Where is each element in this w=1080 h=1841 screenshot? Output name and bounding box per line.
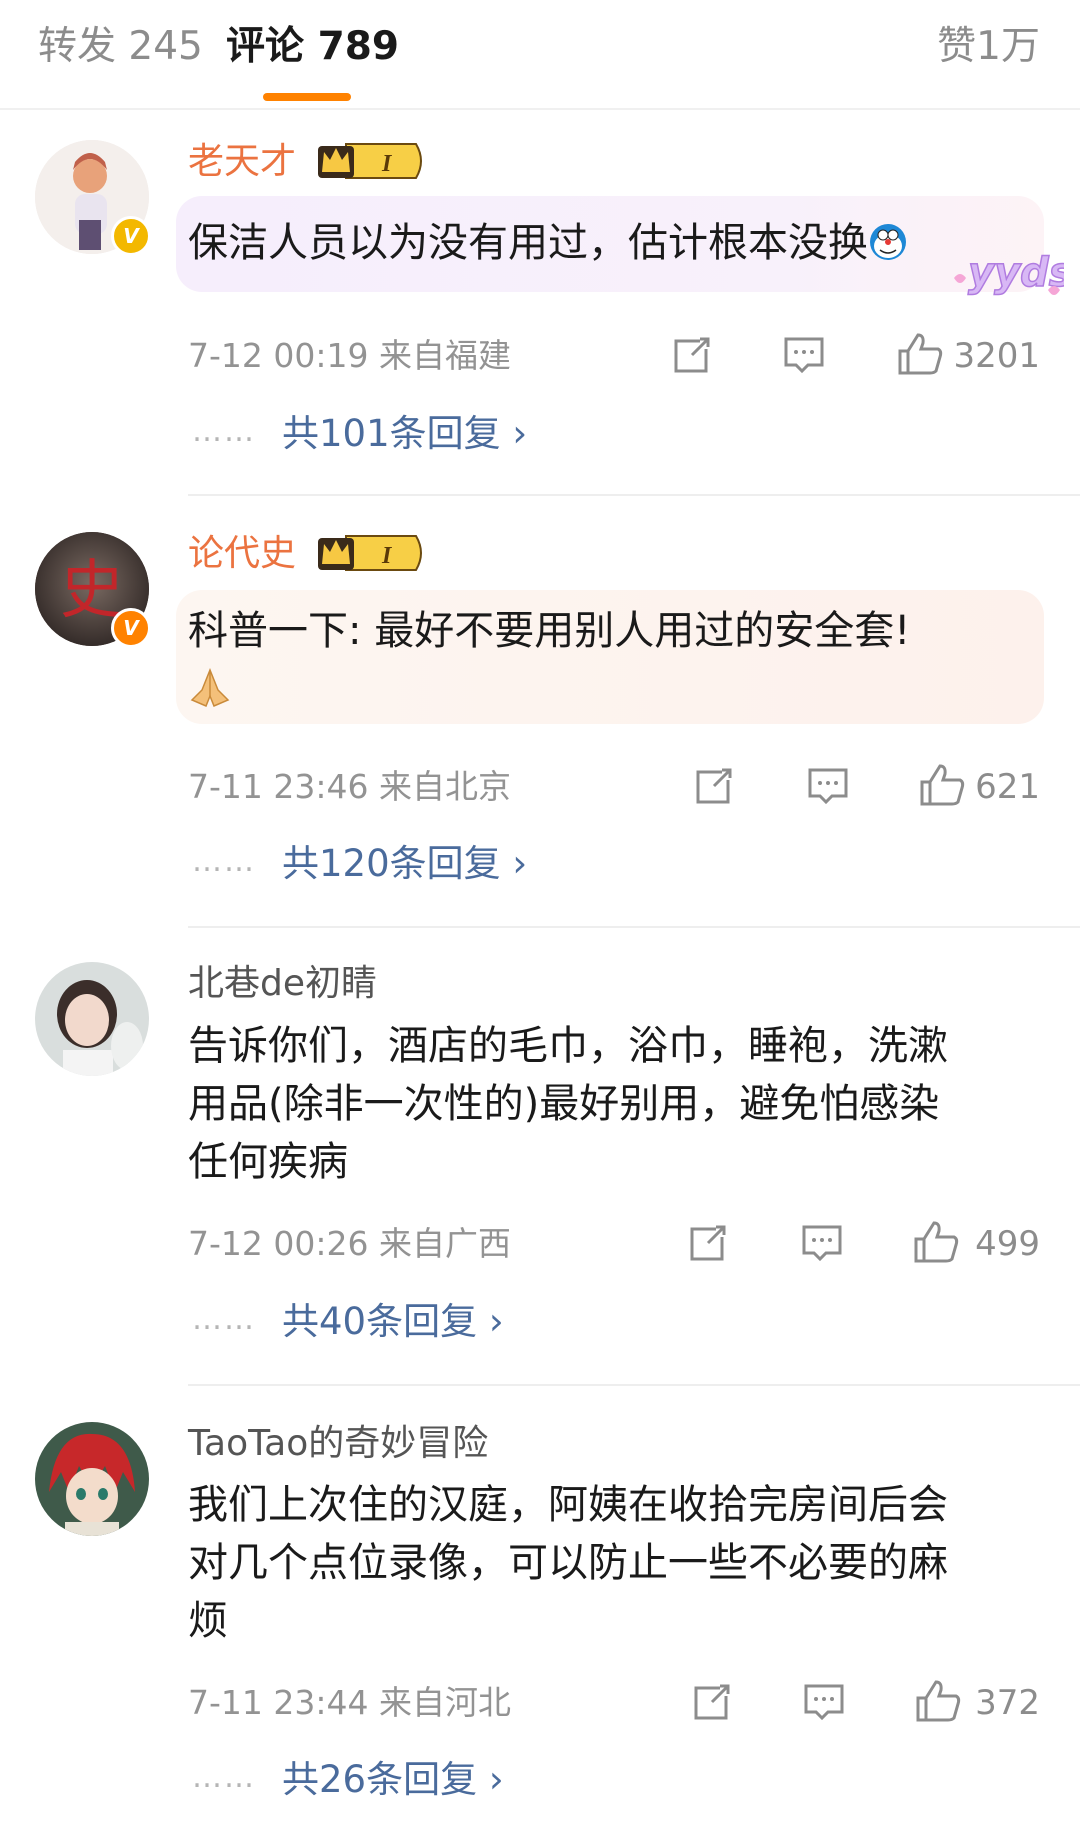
like-count: 499: [975, 1224, 1040, 1264]
comment-location: 来自河北: [379, 1683, 511, 1722]
view-replies-link[interactable]: 共101条回复 ›: [282, 410, 527, 458]
comment-location: 来自福建: [379, 336, 511, 375]
comment-time: 7-11 23:44: [188, 1683, 369, 1722]
comment-text: 我们上次住的汉庭，阿姨在收拾完房间后会 对几个点位录像，可以防止一些不必要的麻 …: [188, 1482, 948, 1644]
ellipsis: ……: [192, 844, 256, 879]
username[interactable]: 北巷de初睛: [188, 960, 377, 1008]
share-icon[interactable]: [692, 764, 736, 808]
comment-text: 保洁人员以为没有用过，估计根本没换: [188, 214, 1048, 272]
username[interactable]: TaoTao的奇妙冒险: [188, 1420, 488, 1468]
share-icon[interactable]: [670, 333, 714, 377]
like-count: 372: [975, 1683, 1040, 1723]
tab-like[interactable]: 赞1万: [937, 22, 1040, 72]
avatar[interactable]: [35, 1422, 149, 1536]
active-tab-indicator: [263, 93, 351, 101]
ellipsis: ……: [192, 1302, 256, 1337]
view-replies-link[interactable]: 共40条回复 ›: [282, 1298, 504, 1346]
yyds-sticker-icon: yyds: [954, 249, 1064, 297]
chevron-right-icon: ›: [488, 1758, 504, 1801]
share-icon[interactable]: [690, 1680, 734, 1724]
chevron-right-icon: ›: [488, 1300, 504, 1343]
tab-repost[interactable]: 转发 245: [38, 22, 203, 72]
divider: [188, 1384, 1080, 1386]
comment-icon[interactable]: [800, 1221, 844, 1265]
like-icon[interactable]: [896, 331, 944, 377]
doraemon-emoji-icon: [868, 220, 908, 260]
comment-location: 来自广西: [379, 1224, 511, 1263]
crown-level-badge-icon: I: [318, 535, 422, 571]
comment-time: 7-12 00:26: [188, 1224, 369, 1263]
ellipsis: ……: [192, 1760, 256, 1795]
username[interactable]: 老天才: [188, 138, 296, 186]
like-count: 621: [975, 767, 1040, 807]
comment-location: 来自北京: [379, 767, 511, 806]
praying-hands-emoji-icon: [188, 660, 1048, 718]
comment-time: 7-11 23:46: [188, 767, 369, 806]
divider: [188, 494, 1080, 496]
view-replies-link[interactable]: 共120条回复 ›: [282, 840, 527, 888]
comment-meta: 7-11 23:44 来自河北: [188, 1681, 511, 1725]
verified-icon: V: [111, 608, 151, 648]
comment-time: 7-12 00:19: [188, 336, 369, 375]
like-count: 3201: [953, 336, 1040, 376]
verified-icon: V: [111, 216, 151, 256]
svg-text:I: I: [381, 543, 393, 569]
share-icon[interactable]: [686, 1221, 730, 1265]
comment-meta: 7-12 00:19 来自福建: [188, 334, 511, 378]
chevron-right-icon: ›: [512, 412, 528, 455]
comment-meta: 7-11 23:46 来自北京: [188, 765, 511, 809]
comment-icon[interactable]: [782, 333, 826, 377]
ellipsis: ……: [192, 414, 256, 449]
comment-text: 科普一下: 最好不要用别人用过的安全套!: [188, 602, 1048, 718]
tab-bar: 转发 245 评论 789 赞1万: [0, 0, 1080, 110]
divider: [188, 926, 1080, 928]
username[interactable]: 论代史: [188, 530, 296, 578]
crown-level-badge-icon: I: [318, 143, 422, 179]
like-icon[interactable]: [914, 1678, 962, 1724]
comment-icon[interactable]: [806, 764, 850, 808]
comment-icon[interactable]: [802, 1680, 846, 1724]
comment-text: 告诉你们，酒店的毛巾，浴巾，睡袍，洗漱 用品(除非一次性的)最好别用，避免怕感染…: [188, 1023, 948, 1185]
like-icon[interactable]: [912, 1219, 960, 1265]
chevron-right-icon: ›: [512, 842, 528, 885]
comment-meta: 7-12 00:26 来自广西: [188, 1222, 511, 1266]
svg-text:I: I: [381, 151, 393, 177]
view-replies-link[interactable]: 共26条回复 ›: [282, 1756, 504, 1804]
like-icon[interactable]: [918, 762, 966, 808]
avatar[interactable]: [35, 962, 149, 1076]
